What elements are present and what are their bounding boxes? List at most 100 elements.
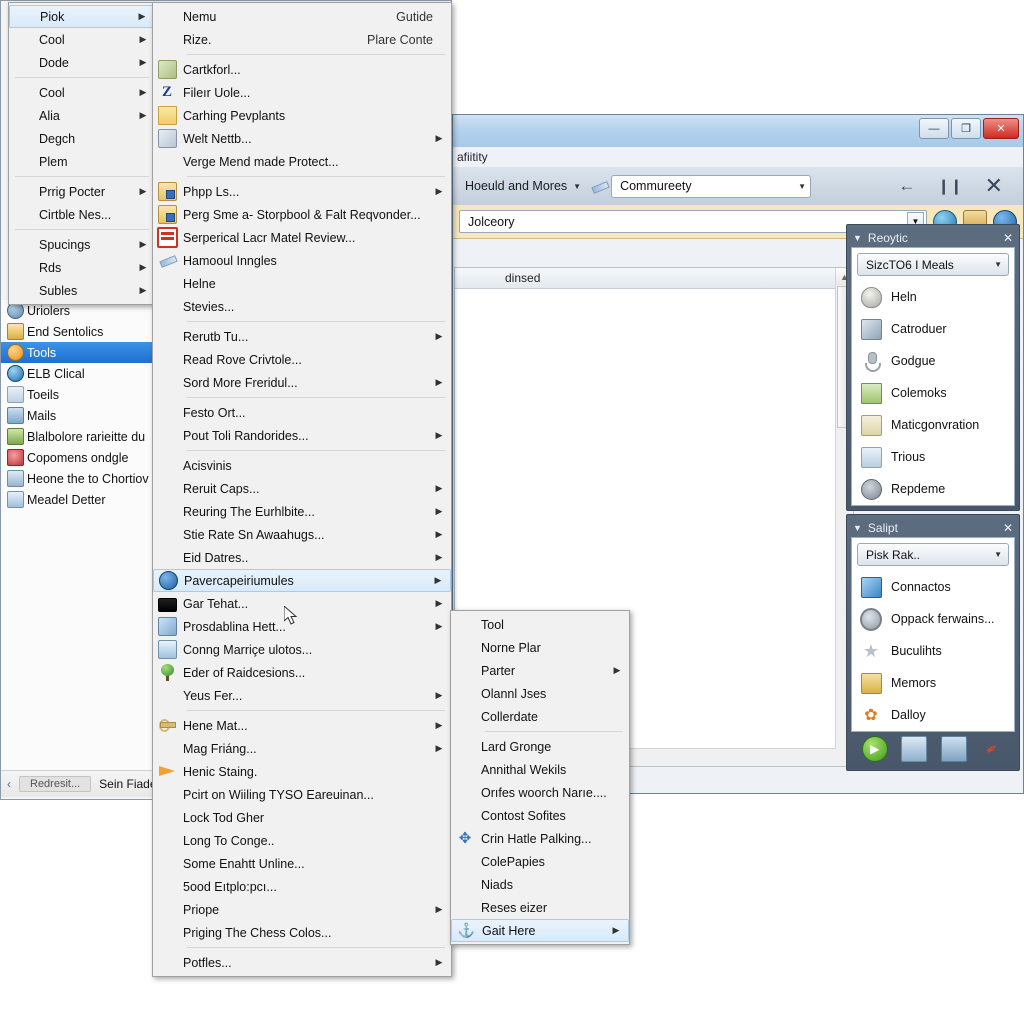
panel-footer[interactable]: ▶ ✒ — [851, 732, 1015, 766]
menu-item[interactable]: Dode ▶ — [9, 51, 155, 74]
close-icon[interactable]: ✕ — [1003, 521, 1013, 535]
sidebar-item-meadel-detter[interactable]: Meadel Detter — [1, 489, 157, 510]
menu-item[interactable]: Serperical Lacr Matel Review... — [153, 226, 451, 249]
right-window-titlebar[interactable]: — ❐ ✕ — [453, 115, 1023, 147]
menu-item[interactable]: Reses eizer — [451, 896, 629, 919]
panel-list-item[interactable]: Colemoks — [852, 377, 1014, 409]
panel-list-item[interactable]: Trious — [852, 441, 1014, 473]
menu-item[interactable]: Helne — [153, 272, 451, 295]
menu-item[interactable]: Verge Mend made Protect... — [153, 150, 451, 173]
close-button[interactable]: ✕ — [983, 118, 1019, 139]
column-header[interactable]: dinsed — [455, 268, 853, 289]
menu-item[interactable]: Piok ▶ — [9, 5, 155, 28]
menu-item[interactable]: Lard Gronge — [451, 735, 629, 758]
marker-icon[interactable] — [591, 178, 605, 194]
menu-item[interactable]: Parter ▶ — [451, 659, 629, 682]
menu-item[interactable]: Welt Nettb... ▶ — [153, 127, 451, 150]
menu-item[interactable]: Phpp Ls... ▶ — [153, 180, 451, 203]
close-x-icon[interactable]: ✕ — [985, 173, 1003, 199]
toolbar-actions[interactable]: ← ❙❙ ✕ — [898, 173, 1015, 199]
menu-item[interactable]: Reuring The Eurhlbite... ▶ — [153, 500, 451, 523]
menu-item[interactable]: Niads — [451, 873, 629, 896]
menu-item[interactable]: Annithal Wekils — [451, 758, 629, 781]
menu-item[interactable]: Acisvinis — [153, 454, 451, 477]
menu-item[interactable]: Yeus Fer... ▶ — [153, 684, 451, 707]
menu-item[interactable]: Eder of Raidcesions... — [153, 661, 451, 684]
sidebar-item-toeils[interactable]: Toeils — [1, 384, 157, 405]
sidebar-item-tools[interactable]: Tools — [1, 342, 157, 363]
menu-item[interactable]: Henic Staing. — [153, 760, 451, 783]
menu-item[interactable]: Prrig Pocter ▶ — [9, 180, 155, 203]
menu-item[interactable]: Festo Ort... — [153, 401, 451, 424]
menu-item[interactable]: Hamooul Inngles — [153, 249, 451, 272]
menu-item[interactable]: Long To Conge.. — [153, 829, 451, 852]
menu-item[interactable]: Perg Sme a- Storpbool & Falt Reqvonder..… — [153, 203, 451, 226]
menu-item[interactable]: Spucings ▶ — [9, 233, 155, 256]
panel-list-item[interactable]: ✿ Dalloy — [852, 699, 1014, 731]
toolbar-combo[interactable]: Commureety ▼ — [611, 174, 812, 198]
panel-list-item[interactable]: ★ Buculihts — [852, 635, 1014, 667]
panel-list-item[interactable]: Heln — [852, 281, 1014, 313]
chevron-down-icon[interactable]: ▼ — [853, 233, 862, 243]
menu-item[interactable]: Rize. Plare Conte — [153, 28, 451, 51]
menu-item[interactable]: Nemu Gutide — [153, 5, 451, 28]
panel-list-item[interactable]: Godgue — [852, 345, 1014, 377]
menu-item[interactable]: Cirtble Nes... — [9, 203, 155, 226]
menu-item[interactable]: Gar Tehat... ▶ — [153, 592, 451, 615]
left-sidebar-nav[interactable]: Uriolers End Sentolics Tools ELB Clical Toei… — [1, 300, 157, 770]
menu-item[interactable]: Plem — [9, 150, 155, 173]
menu-item[interactable]: Stevies... — [153, 295, 451, 318]
menu-item[interactable]: Pavercapeiriumules ▶ — [153, 569, 451, 592]
eyedropper-icon[interactable]: ✒ — [976, 732, 1009, 765]
right-window-toolbar[interactable]: Hoeuld and Mores ▼ Commureety ▼ ← ❙❙ ✕ — [453, 167, 1023, 205]
flyout-submenu[interactable]: Tool Norne Plar Parter ▶ Olannl Jses Collerda… — [450, 610, 630, 945]
chevron-down-icon[interactable]: ▼ — [853, 523, 862, 533]
menu-item[interactable]: ✥ Crin Hatle Palking... — [451, 827, 629, 850]
sidebar-item-copomens-ondgle[interactable]: Copomens ondgle — [1, 447, 157, 468]
sidebar-item-elb-clical[interactable]: ELB Clical — [1, 363, 157, 384]
panel-list-item[interactable]: Repdeme — [852, 473, 1014, 505]
menu-item[interactable]: ⚓ Gait Here ▶ — [451, 919, 629, 942]
menu-item[interactable]: Conng Marriçe ulotos... — [153, 638, 451, 661]
sidebar-item-heone-the-to-chortiov[interactable]: Heone the to Chortiov — [1, 468, 157, 489]
go-icon[interactable]: ▶ — [861, 736, 888, 762]
menu-item[interactable]: Olannl Jses — [451, 682, 629, 705]
panel-list-item[interactable]: Memors — [852, 667, 1014, 699]
sidebar-item-mails[interactable]: Mails — [1, 405, 157, 426]
menu-item[interactable]: Priope ▶ — [153, 898, 451, 921]
menu-item[interactable]: Z Fileır Uole... — [153, 81, 451, 104]
menu-item[interactable]: Alia ▶ — [9, 104, 155, 127]
menu-item[interactable]: Cool ▶ — [9, 81, 155, 104]
window-controls[interactable]: — ❐ ✕ — [919, 118, 1019, 139]
menu-item[interactable]: Pout Toli Randorides... ▶ — [153, 424, 451, 447]
menu-item[interactable]: Subles ▶ — [9, 279, 155, 302]
menu-item[interactable]: Some Enahtt Unline... — [153, 852, 451, 875]
panel-combo[interactable]: SizcTO6 I Meals ▼ — [857, 253, 1009, 276]
menu-item[interactable]: Cartkforl... — [153, 58, 451, 81]
menu-item[interactable]: Collerdate — [451, 705, 629, 728]
menu-item[interactable]: Mag Friáng... ▶ — [153, 737, 451, 760]
copy-icon[interactable] — [940, 736, 967, 762]
menu-item[interactable]: Sord More Freridul... ▶ — [153, 371, 451, 394]
menu-item[interactable]: Stie Rate Sn Awaahugs... ▶ — [153, 523, 451, 546]
back-icon[interactable]: ‹ — [7, 777, 11, 791]
right-window-menubar[interactable]: afiitity — [453, 147, 1023, 167]
panel-list-item[interactable]: Maticgonvration — [852, 409, 1014, 441]
close-icon[interactable]: ✕ — [1003, 231, 1013, 245]
menu-item[interactable]: Potfles... ▶ — [153, 951, 451, 974]
menu-item[interactable]: Prosdablina Hett... ▶ — [153, 615, 451, 638]
panel-header[interactable]: ▼ Salipt ✕ — [851, 519, 1015, 537]
menu-item[interactable]: Lock Tod Gher — [153, 806, 451, 829]
minimize-button[interactable]: — — [919, 118, 949, 139]
menu-item[interactable]: Cool ▶ — [9, 28, 155, 51]
search-window-icon[interactable] — [901, 736, 928, 762]
panel-header[interactable]: ▼ Reoytic ✕ — [851, 229, 1015, 247]
menu-item[interactable]: Degch — [9, 127, 155, 150]
panel-list-item[interactable]: Connactos — [852, 571, 1014, 603]
toolbar-dropdown[interactable]: Hoeuld and Mores ▼ — [461, 177, 585, 195]
menu-item[interactable]: Priging The Chess Colos... — [153, 921, 451, 944]
menu-item[interactable]: Hene Mat... ▶ — [153, 714, 451, 737]
sidebar-item-blalbolore-rarieitte-du[interactable]: Blalbolore rarieitte du — [1, 426, 157, 447]
menu-item[interactable]: Eid Datres.. ▶ — [153, 546, 451, 569]
top-context-menu[interactable]: Piok ▶ Cool ▶ Dode ▶ Cool ▶ Alia ▶ Degch Plem Prrig … — [8, 2, 156, 305]
